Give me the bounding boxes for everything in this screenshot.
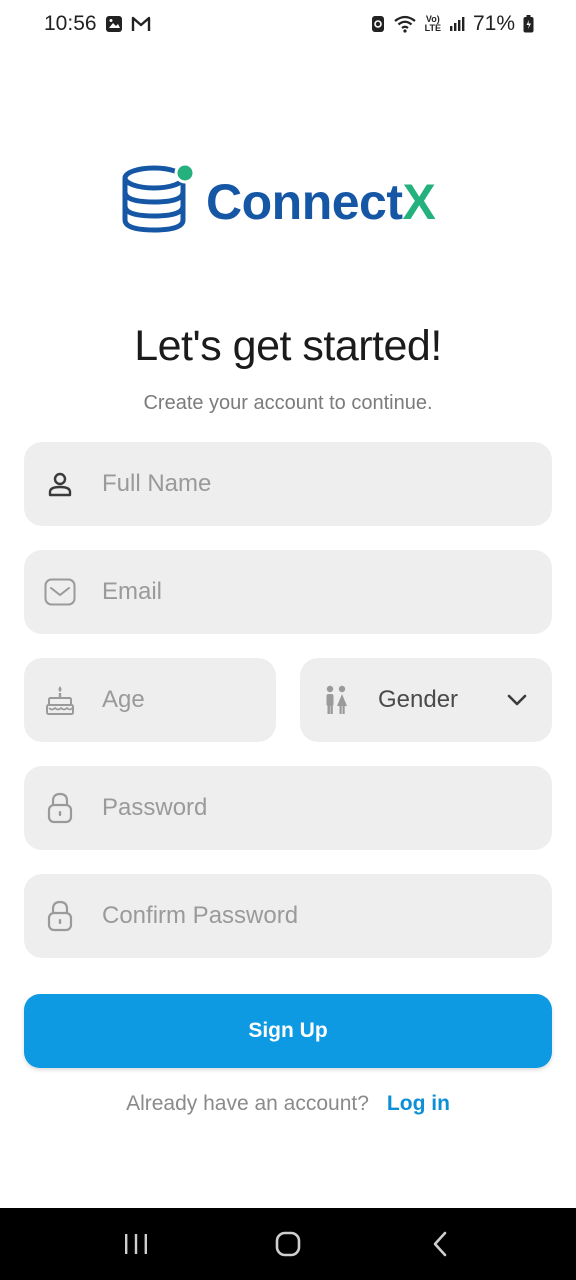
data-saver-icon xyxy=(371,15,385,33)
password-placeholder: Password xyxy=(102,794,208,821)
gender-select[interactable]: Gender xyxy=(300,658,552,742)
database-icon xyxy=(122,162,196,241)
image-icon xyxy=(105,15,123,33)
age-placeholder: Age xyxy=(102,686,145,713)
email-placeholder: Email xyxy=(102,578,163,605)
status-right: Vo) LTE 71% xyxy=(371,12,534,36)
home-icon[interactable] xyxy=(268,1224,308,1264)
battery-percent: 71% xyxy=(472,12,515,35)
status-time: 10:56 xyxy=(44,12,97,35)
logo-text-main: Connect xyxy=(206,173,403,230)
cake-icon xyxy=(44,684,76,716)
person-icon xyxy=(44,468,76,500)
logo-text: ConnectX xyxy=(206,173,436,231)
signup-label: Sign Up xyxy=(248,1019,328,1042)
signup-button[interactable]: Sign Up xyxy=(24,994,552,1068)
chevron-down-icon xyxy=(506,689,528,711)
confirm-password-field[interactable]: Confirm Password xyxy=(24,874,552,958)
back-icon[interactable] xyxy=(420,1224,460,1264)
envelope-icon xyxy=(44,576,76,608)
password-field[interactable]: Password xyxy=(24,766,552,850)
people-icon xyxy=(320,684,352,716)
logo-text-accent: X xyxy=(402,173,436,230)
battery-icon xyxy=(523,15,534,33)
volte-icon: Vo) LTE xyxy=(425,15,441,33)
gmail-icon xyxy=(131,16,151,32)
full-name-placeholder: Full Name xyxy=(102,470,212,497)
status-bar: 10:56 Vo) LTE 71% xyxy=(0,0,576,48)
gender-value: Gender xyxy=(378,686,459,713)
lock-icon xyxy=(44,900,76,932)
full-name-field[interactable]: Full Name xyxy=(24,442,552,526)
recent-apps-icon[interactable] xyxy=(116,1224,156,1264)
signal-icon xyxy=(449,16,465,32)
login-link[interactable]: Log in xyxy=(387,1092,450,1116)
app-logo: ConnectX xyxy=(122,162,436,241)
volte-bottom: LTE xyxy=(424,23,441,33)
status-left: 10:56 xyxy=(44,12,151,36)
login-prompt: Already have an account? xyxy=(126,1092,369,1115)
email-field[interactable]: Email xyxy=(24,550,552,634)
confirm-password-placeholder: Confirm Password xyxy=(102,902,299,929)
page-title: Let's get started! xyxy=(134,322,442,370)
lock-icon xyxy=(44,792,76,824)
age-field[interactable]: Age xyxy=(24,658,276,742)
system-nav-bar xyxy=(0,1208,576,1280)
login-row: Already have an account? Log in xyxy=(0,1092,576,1116)
page-subtitle: Create your account to continue. xyxy=(143,392,433,414)
wifi-icon xyxy=(393,15,417,33)
